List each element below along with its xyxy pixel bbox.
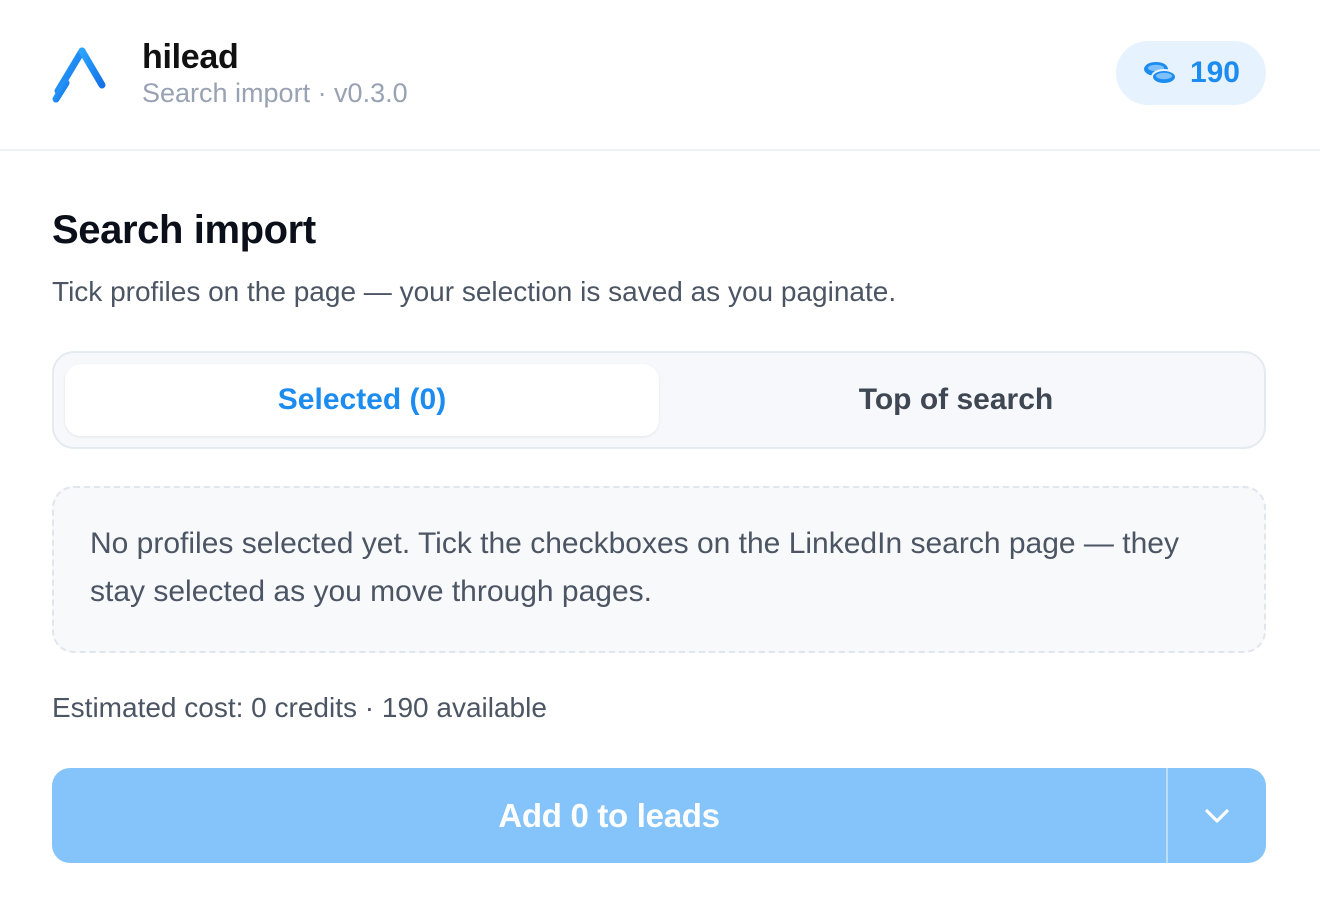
chevron-down-icon	[1205, 808, 1229, 823]
coins-icon	[1143, 62, 1177, 85]
app-name: hilead	[142, 38, 239, 76]
tab-top-of-search[interactable]: Top of search	[659, 364, 1253, 436]
add-options-dropdown-button[interactable]	[1168, 768, 1266, 863]
page-title: Search import	[52, 208, 316, 252]
add-to-leads-button[interactable]: Add 0 to leads	[52, 768, 1166, 863]
credits-badge[interactable]: 190	[1115, 41, 1266, 105]
credits-count: 190	[1189, 56, 1240, 89]
hilead-logo-icon	[52, 47, 114, 103]
selection-mode-tabs: Selected (0) Top of search	[52, 351, 1266, 449]
add-to-leads-split-button: Add 0 to leads	[52, 768, 1266, 863]
empty-state-message: No profiles selected yet. Tick the check…	[52, 486, 1266, 653]
app-subtitle: Search import · v0.3.0	[142, 78, 408, 108]
tab-selected[interactable]: Selected (0)	[65, 364, 659, 436]
header: hilead Search import · v0.3.0 190	[0, 0, 1320, 151]
cost-summary: Estimated cost: 0 credits · 190 availabl…	[52, 692, 547, 723]
page-description: Tick profiles on the page — your selecti…	[52, 276, 897, 307]
